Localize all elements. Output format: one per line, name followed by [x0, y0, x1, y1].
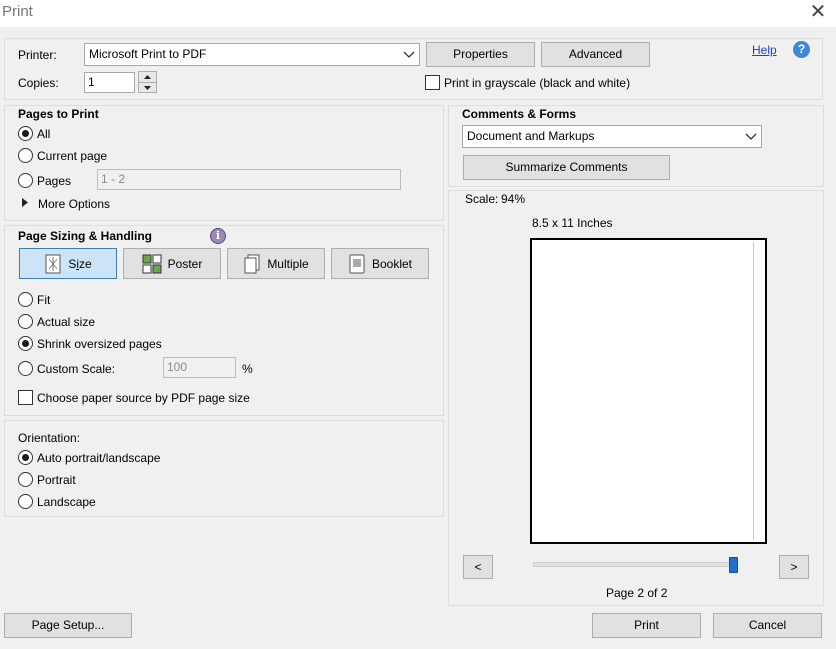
booklet-icon	[349, 254, 365, 273]
copies-label: Copies:	[18, 76, 59, 90]
radio-current-page-label: Current page	[37, 149, 108, 163]
window-title: Print	[2, 3, 33, 20]
page-setup-button[interactable]: Page Setup...	[4, 613, 132, 638]
copies-input[interactable]: 1	[84, 72, 135, 93]
custom-scale-input[interactable]: 100	[163, 357, 236, 378]
multiple-button[interactable]: Multiple	[227, 248, 325, 279]
help-icon[interactable]: ?	[793, 41, 810, 58]
comments-value: Document and Markups	[467, 129, 595, 143]
size-button[interactable]: Size	[19, 248, 117, 279]
paper-source-label: Choose paper source by PDF page size	[37, 391, 250, 405]
radio-auto-orientation-label: Auto portrait/landscape	[37, 451, 161, 465]
radio-current-page[interactable]	[18, 148, 33, 163]
radio-shrink-oversized[interactable]	[18, 336, 33, 351]
preview-right-line	[753, 242, 754, 540]
orientation-title: Orientation:	[18, 431, 81, 445]
page-preview	[530, 238, 767, 544]
copies-stepper[interactable]	[138, 71, 157, 93]
printer-value: Microsoft Print to PDF	[89, 47, 207, 61]
page-slider-thumb[interactable]	[729, 557, 738, 573]
page-indicator: Page 2 of 2	[606, 586, 668, 600]
scale-label: Scale:	[465, 192, 499, 206]
prev-page-button[interactable]: <	[463, 555, 493, 579]
poster-button[interactable]: Poster	[123, 248, 221, 279]
page-slider-track[interactable]	[533, 562, 738, 567]
grayscale-checkbox[interactable]	[425, 75, 440, 90]
printer-select[interactable]: Microsoft Print to PDF	[84, 43, 420, 66]
more-options-label[interactable]: More Options	[38, 197, 110, 211]
size-page-icon	[45, 254, 61, 273]
spin-up-icon[interactable]	[139, 72, 156, 82]
title-bar	[0, 0, 836, 27]
poster-icon	[142, 254, 162, 273]
close-icon[interactable]: ✕	[808, 1, 828, 23]
booklet-button[interactable]: Booklet	[331, 248, 429, 279]
help-link[interactable]: Help	[752, 43, 777, 57]
scale-value: 94%	[501, 192, 526, 206]
booklet-button-label: Booklet	[371, 256, 413, 271]
page-sizing-title: Page Sizing & Handling	[18, 229, 153, 243]
radio-portrait[interactable]	[18, 472, 33, 487]
radio-landscape-label: Landscape	[37, 495, 96, 509]
multiple-pages-icon	[244, 254, 260, 273]
cancel-button[interactable]: Cancel	[713, 613, 822, 638]
radio-fit-label: Fit	[37, 293, 51, 307]
radio-pages-label: Pages	[37, 174, 72, 188]
multiple-button-label: Multiple	[267, 256, 309, 271]
summarize-comments-button[interactable]: Summarize Comments	[463, 155, 670, 180]
radio-all[interactable]	[18, 126, 33, 141]
radio-shrink-oversized-label: Shrink oversized pages	[37, 337, 162, 351]
chevron-down-icon	[745, 133, 757, 140]
paper-size-label: 8.5 x 11 Inches	[532, 216, 613, 230]
radio-landscape[interactable]	[18, 494, 33, 509]
info-icon[interactable]: i	[210, 228, 226, 244]
comments-title: Comments & Forms	[462, 107, 577, 121]
size-button-label: Size	[68, 256, 92, 271]
poster-button-label: Poster	[167, 256, 203, 271]
radio-fit[interactable]	[18, 292, 33, 307]
radio-auto-orientation[interactable]	[18, 450, 33, 465]
pages-range-input[interactable]: 1 - 2	[97, 169, 401, 190]
grayscale-label: Print in grayscale (black and white)	[444, 76, 631, 90]
next-page-button[interactable]: >	[779, 555, 809, 579]
printer-label: Printer:	[18, 48, 57, 62]
radio-all-label: All	[37, 127, 51, 141]
pages-to-print-title: Pages to Print	[18, 107, 99, 121]
triangle-right-icon[interactable]	[21, 198, 29, 207]
properties-button[interactable]: Properties	[426, 42, 535, 67]
chevron-down-icon	[403, 51, 415, 58]
radio-portrait-label: Portrait	[37, 473, 76, 487]
comments-select[interactable]: Document and Markups	[462, 125, 762, 148]
spin-down-icon[interactable]	[139, 83, 156, 93]
advanced-button[interactable]: Advanced	[541, 42, 650, 67]
print-button[interactable]: Print	[592, 613, 701, 638]
percent-label: %	[242, 362, 253, 376]
radio-actual-size-label: Actual size	[37, 315, 96, 329]
radio-pages[interactable]	[18, 173, 33, 188]
radio-custom-scale[interactable]	[18, 361, 33, 376]
paper-source-checkbox[interactable]	[18, 390, 33, 405]
radio-actual-size[interactable]	[18, 314, 33, 329]
radio-custom-scale-label: Custom Scale:	[37, 362, 116, 376]
